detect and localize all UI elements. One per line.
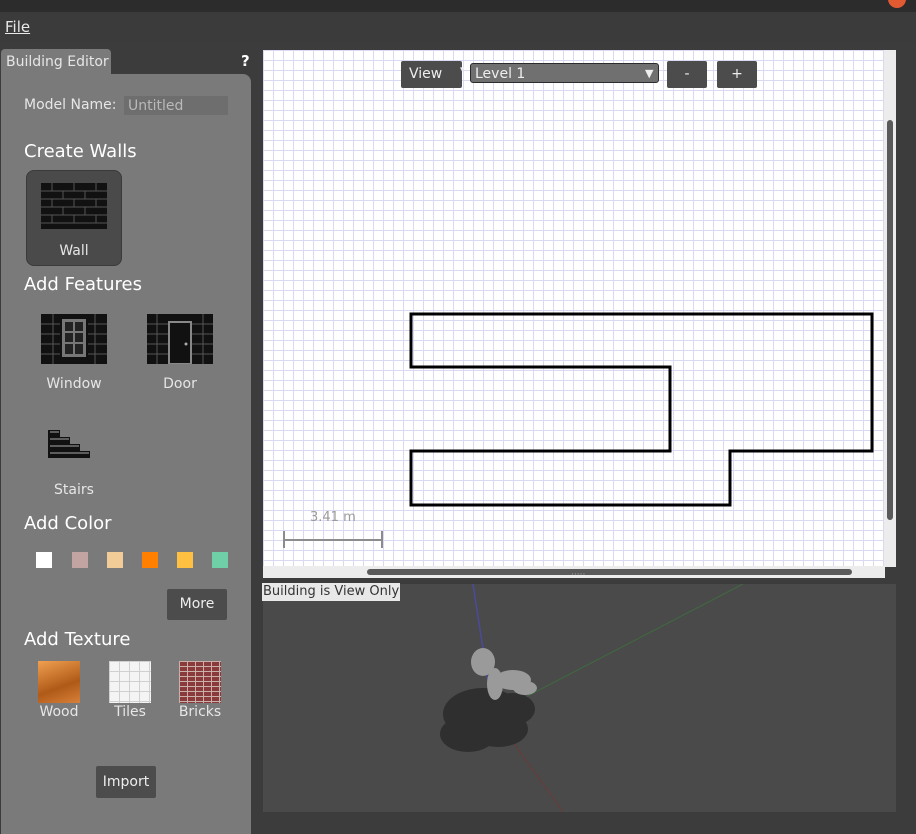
- wall-button[interactable]: Wall: [26, 170, 122, 266]
- view-menu-button[interactable]: View ▾: [401, 61, 465, 88]
- color-swatch-mauve[interactable]: [72, 552, 88, 568]
- model-name-label: Model Name:: [24, 97, 117, 113]
- more-colors-button[interactable]: More: [167, 589, 227, 620]
- door-label: Door: [163, 376, 197, 392]
- wood-texture-icon[interactable]: [38, 661, 80, 703]
- wood-label: Wood: [39, 704, 79, 720]
- stairs-icon[interactable]: [46, 428, 94, 460]
- color-swatch-amber[interactable]: [177, 552, 193, 568]
- dropdown-arrow-icon: ▾: [460, 65, 465, 75]
- create-walls-heading: Create Walls: [24, 141, 137, 162]
- model-name-input[interactable]: [124, 96, 228, 115]
- vertical-scroll-thumb[interactable]: [887, 120, 893, 520]
- import-button[interactable]: Import: [96, 766, 156, 798]
- remove-level-button[interactable]: -: [667, 61, 707, 88]
- view-only-status: Building is View Only: [262, 583, 401, 601]
- add-features-heading: Add Features: [24, 274, 142, 295]
- help-button[interactable]: ?: [241, 52, 250, 70]
- tab-building-editor[interactable]: Building Editor: [1, 49, 111, 75]
- title-bar: [0, 0, 916, 12]
- window-label: Window: [46, 376, 102, 392]
- floorplan-2d-view[interactable]: [263, 50, 885, 567]
- add-color-heading: Add Color: [24, 513, 112, 534]
- color-swatch-mint[interactable]: [212, 552, 228, 568]
- bricks-texture-icon[interactable]: [179, 661, 221, 703]
- scene-3d-view[interactable]: [263, 584, 896, 812]
- view-label: View: [409, 66, 443, 82]
- color-swatch-white[interactable]: [36, 552, 52, 568]
- scale-label: 3.41 m: [310, 510, 356, 525]
- color-swatch-orange[interactable]: [142, 552, 158, 568]
- splitter-handle-icon: ·····: [571, 570, 586, 580]
- tiles-label: Tiles: [114, 704, 146, 720]
- floorplan-walls: [283, 312, 874, 548]
- color-swatch-tan[interactable]: [107, 552, 123, 568]
- chevron-down-icon: ▼: [645, 67, 654, 80]
- level-select[interactable]: Level 1 ▼: [470, 63, 659, 83]
- door-icon[interactable]: [147, 314, 213, 364]
- tiles-texture-icon[interactable]: [109, 661, 151, 703]
- add-level-button[interactable]: +: [717, 61, 757, 88]
- horizontal-scroll-thumb[interactable]: [367, 569, 852, 575]
- menu-file[interactable]: File: [5, 18, 30, 36]
- level-label: Level 1: [475, 66, 526, 82]
- menu-bar: File: [0, 12, 916, 42]
- bricks-label: Bricks: [178, 704, 222, 720]
- wall-label: Wall: [59, 243, 89, 259]
- window-close-button[interactable]: [888, 0, 906, 8]
- brick-wall-icon: [41, 183, 107, 229]
- stairs-label: Stairs: [54, 482, 94, 498]
- scene-3d-render: [440, 584, 744, 812]
- add-texture-heading: Add Texture: [24, 629, 131, 650]
- window-icon[interactable]: [41, 314, 107, 364]
